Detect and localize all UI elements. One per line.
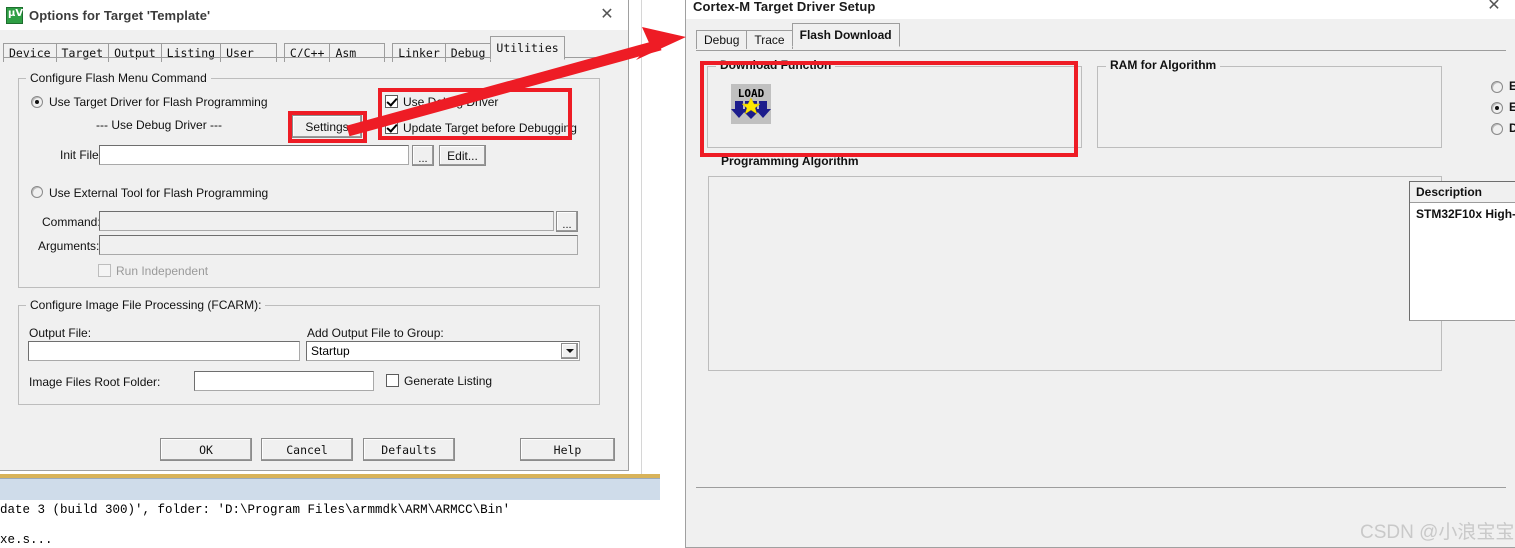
editor-gutter-line xyxy=(641,0,642,474)
cell-description: STM32F10x High-density… xyxy=(1416,207,1515,221)
table-row[interactable]: STM32F10x High-density… 512k On-chip Fla… xyxy=(1410,203,1515,225)
ram-for-algorithm-legend: RAM for Algorithm xyxy=(1106,58,1221,72)
tab-debug[interactable]: Debug xyxy=(696,30,748,49)
tab-c-cpp[interactable]: C/C++ xyxy=(283,43,331,62)
command-browse-button[interactable]: ... xyxy=(556,211,578,232)
add-output-to-group-label: Add Output File to Group: xyxy=(307,326,444,340)
tab-asm[interactable]: Asm xyxy=(329,43,386,62)
ram-for-algorithm-group xyxy=(1097,66,1442,148)
radio-use-external-tool-label[interactable]: Use External Tool for Flash Programming xyxy=(49,186,268,200)
radio-use-target-driver[interactable] xyxy=(31,96,43,108)
table-header-description[interactable]: Description xyxy=(1410,182,1515,202)
close-icon[interactable]: ✕ xyxy=(1479,0,1509,17)
generate-listing-label[interactable]: Generate Listing xyxy=(404,374,492,388)
image-files-root-folder-label: Image Files Root Folder: xyxy=(29,375,161,389)
defaults-button[interactable]: Defaults xyxy=(363,438,455,461)
tab-user[interactable]: User xyxy=(220,43,277,62)
help-button-label: Help xyxy=(553,442,582,457)
radio-erase-full-chip[interactable] xyxy=(1491,81,1503,93)
tab-target[interactable]: Target xyxy=(55,43,110,62)
run-independent-label[interactable]: Run Independent xyxy=(116,264,208,278)
right-dialog-titlebar[interactable]: Cortex-M Target Driver Setup ✕ xyxy=(686,0,1515,19)
add-output-to-group-value: Startup xyxy=(311,344,350,358)
tab-debug[interactable]: Debug xyxy=(444,43,492,62)
table-header-row: Description Device Size Device Type Addr… xyxy=(1410,182,1515,203)
radio-do-not-erase[interactable] xyxy=(1491,123,1503,135)
run-independent-checkbox[interactable] xyxy=(98,264,111,277)
annotation-box-download-function xyxy=(700,61,1078,157)
init-file-input[interactable] xyxy=(99,145,409,165)
programming-algorithm-group xyxy=(708,176,1442,371)
tab-trace[interactable]: Trace xyxy=(746,30,793,49)
arguments-label: Arguments: xyxy=(38,239,100,253)
radio-erase-sectors-label[interactable]: Erase Sectors xyxy=(1509,100,1515,114)
image-files-root-folder-input[interactable] xyxy=(194,371,374,391)
cancel-button[interactable]: Cancel xyxy=(261,438,353,461)
programming-algorithm-table[interactable]: Description Device Size Device Type Addr… xyxy=(1409,181,1515,321)
tab-output[interactable]: Output xyxy=(108,43,162,62)
tab-utilities[interactable]: Utilities xyxy=(490,36,565,60)
output-file-input[interactable] xyxy=(28,341,300,361)
build-output-line-1: date 3 (build 300)', folder: 'D:\Program… xyxy=(0,503,511,517)
tab-label: Trace xyxy=(754,33,785,47)
build-output-line-2: xe.s... xyxy=(0,533,53,547)
annotation-box-settings xyxy=(288,111,367,143)
add-output-to-group-select[interactable]: Startup xyxy=(306,341,580,361)
generate-listing-checkbox[interactable] xyxy=(386,374,399,387)
init-file-edit-button[interactable]: Edit... xyxy=(439,145,486,166)
left-dialog-titlebar[interactable]: Options for Target 'Template' ✕ xyxy=(0,0,628,30)
csdn-watermark: CSDN @小浪宝宝 xyxy=(1360,522,1515,543)
tab-device[interactable]: Device xyxy=(3,43,57,62)
radio-use-external-tool[interactable] xyxy=(31,186,43,198)
tab-label: Flash Download xyxy=(799,28,892,42)
configure-flash-menu-command-legend: Configure Flash Menu Command xyxy=(26,71,211,85)
command-browse-label: ... xyxy=(562,219,572,231)
tab-listing[interactable]: Listing xyxy=(160,43,222,62)
tab-linker[interactable]: Linker xyxy=(392,43,446,62)
tab-label: Debug xyxy=(704,33,740,47)
init-file-edit-label: Edit... xyxy=(447,148,478,163)
radio-do-not-erase-label[interactable]: Do not Erase xyxy=(1509,121,1515,135)
help-button[interactable]: Help xyxy=(520,438,615,461)
right-dialog-tabstrip[interactable]: Debug Trace Flash Download xyxy=(696,23,900,49)
radio-use-target-driver-label[interactable]: Use Target Driver for Flash Programming xyxy=(49,95,268,109)
configure-image-file-processing-legend: Configure Image File Processing (FCARM): xyxy=(26,298,266,312)
close-icon[interactable]: ✕ xyxy=(592,4,622,26)
screenshot-root: * * date 3 (build 300)', folder: 'D:\Pro… xyxy=(0,0,1515,548)
radio-erase-sectors[interactable] xyxy=(1491,102,1503,114)
build-output-bar xyxy=(0,478,660,500)
right-dialog-footer-divider xyxy=(696,487,1506,488)
command-label: Command: xyxy=(42,215,101,229)
debug-driver-name: --- Use Debug Driver --- xyxy=(96,118,223,132)
chevron-down-icon[interactable] xyxy=(561,343,578,359)
right-tab-underline xyxy=(696,50,1506,51)
output-file-label: Output File: xyxy=(29,326,92,340)
tab-label: Utilities xyxy=(496,41,559,55)
uvision-icon xyxy=(6,6,23,24)
ok-button-label: OK xyxy=(199,442,213,457)
init-file-label: Init File: xyxy=(60,148,103,162)
radio-erase-full-chip-label[interactable]: Erase Full Chip xyxy=(1509,79,1515,93)
right-dialog-title: Cortex-M Target Driver Setup xyxy=(693,0,876,14)
arguments-input[interactable] xyxy=(99,235,578,255)
cancel-button-label: Cancel xyxy=(286,442,328,457)
init-file-browse-button[interactable]: ... xyxy=(412,145,434,166)
defaults-button-label: Defaults xyxy=(381,442,437,457)
left-dialog-title: Options for Target 'Template' xyxy=(29,7,211,23)
tab-flash-download[interactable]: Flash Download xyxy=(791,23,900,47)
init-file-browse-label: ... xyxy=(418,153,428,165)
ok-button[interactable]: OK xyxy=(160,438,252,461)
command-input[interactable] xyxy=(99,211,554,231)
annotation-box-debug-driver-options xyxy=(378,88,572,140)
options-for-target-dialog[interactable]: Options for Target 'Template' ✕ Device T… xyxy=(0,0,629,471)
